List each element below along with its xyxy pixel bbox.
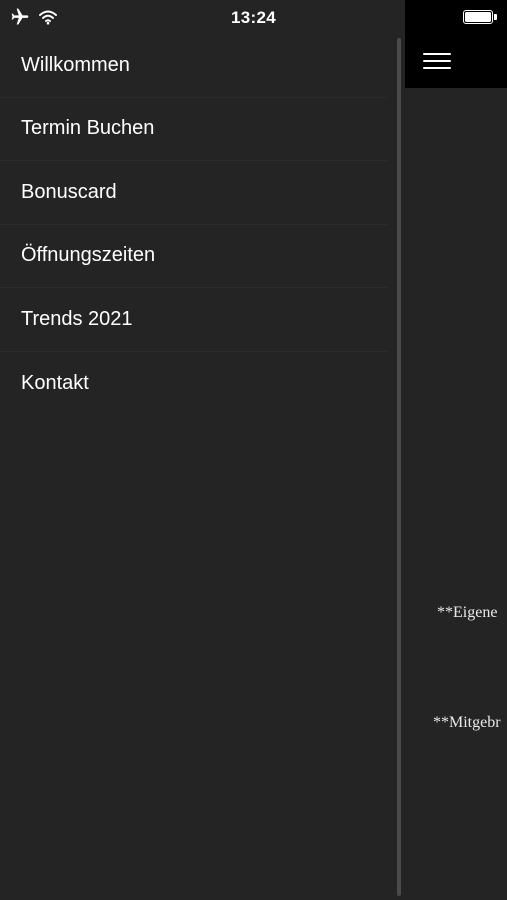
main-text-mitgebracht: **Mitgebr <box>433 714 501 731</box>
menu-item-willkommen[interactable]: Willkommen <box>0 34 388 98</box>
hamburger-menu-icon[interactable] <box>423 50 453 72</box>
drawer-scrollbar[interactable] <box>397 38 401 896</box>
app-screen: **Eigene **Mitgebr Willkommen Termin Buc… <box>0 0 507 900</box>
menu-item-bonuscard[interactable]: Bonuscard <box>0 161 388 225</box>
menu-item-kontakt[interactable]: Kontakt <box>0 352 388 416</box>
main-header <box>405 0 507 88</box>
main-content: **Eigene **Mitgebr <box>405 0 507 900</box>
menu-line <box>423 67 451 69</box>
main-text-eigene: **Eigene <box>437 604 498 621</box>
menu-item-oeffnungszeiten[interactable]: Öffnungszeiten <box>0 225 388 288</box>
menu-item-trends-2021[interactable]: Trends 2021 <box>0 288 388 352</box>
menu-line <box>423 53 451 55</box>
menu-line <box>423 60 451 62</box>
drawer-menu-list: Willkommen Termin Buchen Bonuscard Öffnu… <box>0 34 388 415</box>
navigation-drawer: Willkommen Termin Buchen Bonuscard Öffnu… <box>0 0 404 900</box>
menu-item-termin-buchen[interactable]: Termin Buchen <box>0 98 388 161</box>
